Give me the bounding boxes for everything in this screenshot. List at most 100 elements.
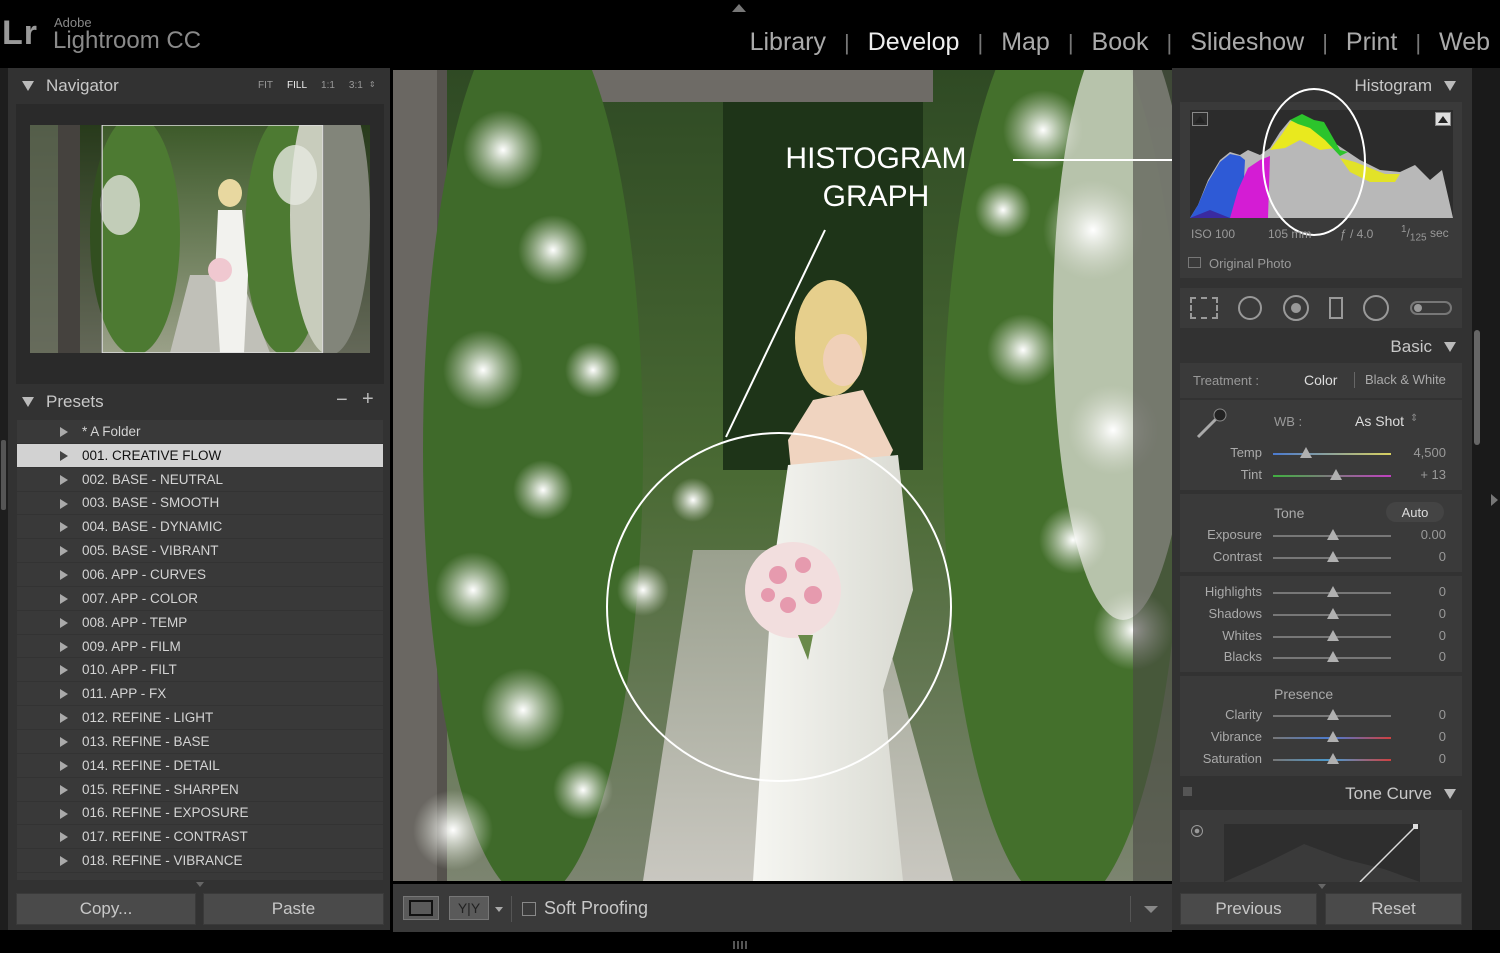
slider-thumb[interactable] [1327,529,1339,540]
preset-item[interactable]: 015. REFINE - SHARPEN [17,778,383,802]
basic-header[interactable]: Basic [1180,333,1462,361]
slider-value[interactable]: 0 [1398,606,1446,621]
right-panel-scrollbar[interactable] [1474,330,1480,445]
module-library[interactable]: Library [750,28,826,57]
module-slideshow[interactable]: Slideshow [1190,28,1304,57]
expand-folder-icon[interactable] [60,689,68,700]
treatment-black-white[interactable]: Black & White [1365,372,1446,387]
preset-item[interactable]: 003. BASE - SMOOTH [17,492,383,516]
preset-item[interactable]: 014. REFINE - DETAIL [17,754,383,778]
collapse-histogram-icon[interactable] [1444,81,1456,91]
expand-folder-icon[interactable] [60,760,68,771]
slider-thumb[interactable] [1327,753,1339,764]
highlight-clipping-button[interactable] [1435,112,1451,126]
preset-item[interactable]: 017. REFINE - CONTRAST [17,825,383,850]
module-develop[interactable]: Develop [868,28,960,57]
expand-folder-icon[interactable] [60,522,68,533]
before-after-button[interactable]: Y|Y [449,896,489,920]
previous-button[interactable]: Previous [1180,893,1317,925]
expand-folder-icon[interactable] [60,546,68,557]
expand-folder-icon[interactable] [60,450,68,461]
zoom-fit[interactable]: FIT [258,80,273,91]
slider-value[interactable]: 4,500 [1398,445,1446,460]
slider-value[interactable]: 0.00 [1398,527,1446,542]
soft-proofing-checkbox[interactable] [522,902,536,916]
expand-folder-icon[interactable] [60,427,68,437]
expand-folder-icon[interactable] [60,641,68,652]
slider-thumb[interactable] [1327,608,1339,619]
preset-item[interactable]: 005. BASE - VIBRANT [17,539,383,564]
expand-folder-icon[interactable] [60,736,68,747]
expand-folder-icon[interactable] [60,617,68,628]
spot-removal-icon[interactable] [1238,296,1263,320]
module-book[interactable]: Book [1092,28,1149,57]
slider-thumb[interactable] [1327,630,1339,641]
slider-value[interactable]: 0 [1398,751,1446,766]
slider-value[interactable]: 0 [1398,729,1446,744]
slider-value[interactable]: 0 [1398,549,1446,564]
expand-folder-icon[interactable] [60,713,68,724]
expand-folder-icon[interactable] [60,808,68,819]
auto-tone-button[interactable]: Auto [1386,502,1444,522]
expand-folder-icon[interactable] [60,832,68,843]
collapse-navigator-icon[interactable] [22,81,34,91]
collapse-basic-icon[interactable] [1444,342,1456,352]
slider-value[interactable]: + 13 [1398,467,1446,482]
tone-curve-header[interactable]: Tone Curve [1180,780,1462,808]
toolbar-menu-chevron-icon[interactable] [1144,906,1158,913]
expand-folder-icon[interactable] [60,784,68,795]
expand-folder-icon[interactable] [60,593,68,604]
preset-item[interactable]: 010. APP - FILT [17,658,383,683]
expand-folder-icon[interactable] [60,665,68,676]
slider-value[interactable]: 0 [1398,649,1446,664]
zoom-fill[interactable]: FILL [287,80,307,91]
treatment-color[interactable]: Color [1304,372,1337,388]
loupe-view-button[interactable] [403,896,439,920]
radial-filter-icon[interactable] [1363,295,1390,321]
slider-thumb[interactable] [1330,469,1342,480]
expand-folder-icon[interactable] [60,570,68,581]
preset-item[interactable]: 007. APP - COLOR [17,587,383,611]
expand-folder-icon[interactable] [60,474,68,485]
add-preset-button[interactable]: + [362,388,374,411]
zoom-3-1[interactable]: 3:1 [349,80,363,91]
preset-item[interactable]: 008. APP - TEMP [17,611,383,635]
wb-dropdown[interactable]: As Shot [1355,413,1404,429]
filmstrip-toggle-icon[interactable] [733,941,747,949]
slider-value[interactable]: 0 [1398,707,1446,722]
module-print[interactable]: Print [1346,28,1397,57]
slider-thumb[interactable] [1327,731,1339,742]
collapse-top-panel-icon[interactable] [732,4,746,12]
preset-item[interactable]: 009. APP - FILM [17,635,383,659]
slider-value[interactable]: 0 [1398,584,1446,599]
tone-curve-graph[interactable] [1224,824,1420,882]
expand-folder-icon[interactable] [60,498,68,509]
slider-track[interactable] [1273,453,1391,455]
resize-handle-icon[interactable] [196,882,204,887]
red-eye-icon[interactable] [1282,295,1309,321]
reset-button[interactable]: Reset [1325,893,1462,925]
slider-thumb[interactable] [1300,447,1312,458]
preset-item[interactable]: 012. REFINE - LIGHT [17,706,383,730]
preset-item[interactable]: 001. CREATIVE FLOW [17,443,383,468]
presets-header[interactable]: Presets [16,388,384,416]
wb-eyedropper-icon[interactable] [1192,403,1232,443]
module-web[interactable]: Web [1439,28,1490,57]
paste-settings-button[interactable]: Paste [203,893,384,925]
preset-item[interactable]: 018. REFINE - VIBRANCE [17,849,383,874]
remove-preset-button[interactable]: − [336,389,348,412]
copy-settings-button[interactable]: Copy... [16,893,196,925]
adjustment-brush-icon[interactable] [1409,301,1452,315]
left-edge-handle[interactable] [1,440,6,510]
targeted-adjustment-icon[interactable] [1191,825,1203,837]
preset-item[interactable]: 011. APP - FX [17,682,383,707]
wb-dropdown-chevron-icon[interactable]: ⇕ [1410,413,1418,424]
before-after-dropdown-icon[interactable] [495,907,503,912]
tone-curve-toggle[interactable] [1183,787,1192,796]
slider-thumb[interactable] [1327,551,1339,562]
collapse-tone-curve-icon[interactable] [1444,789,1456,799]
zoom-1-1[interactable]: 1:1 [321,80,335,91]
expand-folder-icon[interactable] [60,856,68,867]
module-map[interactable]: Map [1001,28,1050,57]
shadow-clipping-button[interactable] [1192,112,1208,126]
